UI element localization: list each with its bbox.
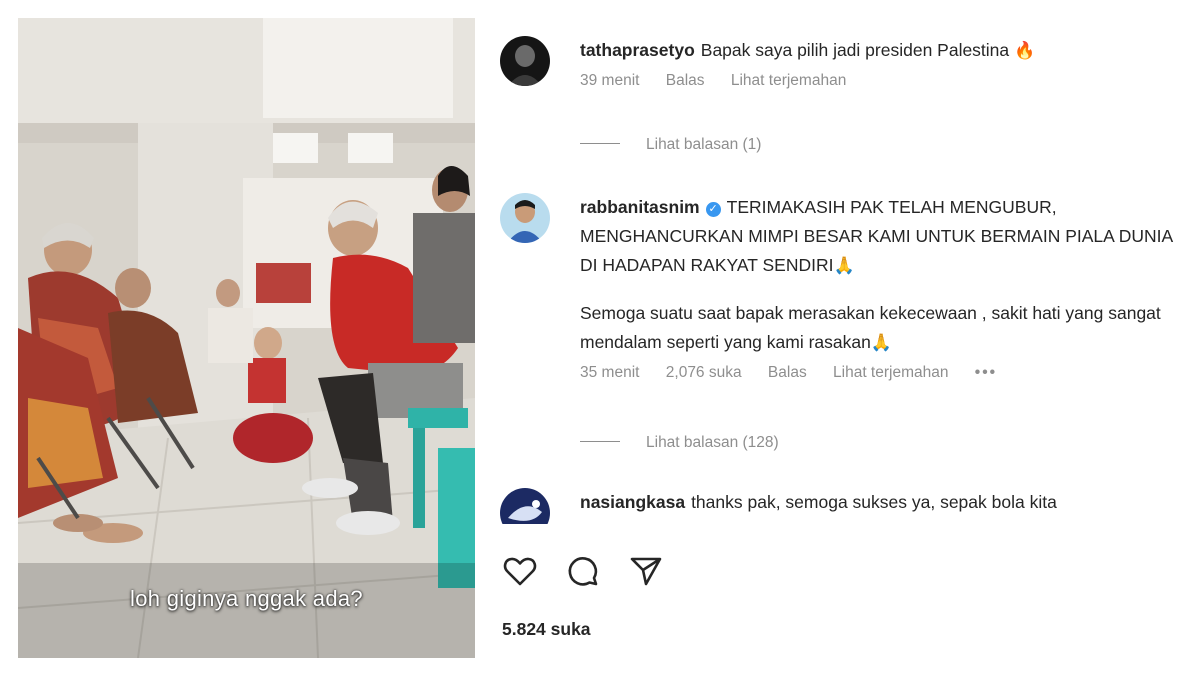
post-video[interactable]: loh giginya nggak ada?: [18, 18, 475, 658]
avatar[interactable]: [500, 488, 550, 524]
heart-icon[interactable]: [500, 551, 540, 591]
comment-meta: 35 menit 2,076 suka Balas Lihat terjemah…: [580, 364, 1180, 382]
comment-icon[interactable]: [563, 551, 603, 591]
folded-hands-emoji: 🙏: [870, 333, 893, 353]
comment-text: Bapak saya pilih jadi presiden Palestina: [700, 40, 1010, 60]
comment-time: 39 menit: [580, 72, 640, 89]
reply-button[interactable]: Balas: [768, 364, 807, 381]
verified-badge-icon: ✓: [705, 202, 721, 217]
translate-button[interactable]: Lihat terjemahan: [833, 364, 948, 381]
more-options-icon[interactable]: •••: [975, 364, 997, 381]
post-likes-count[interactable]: 5.824 suka: [502, 619, 591, 640]
avatar[interactable]: [500, 36, 550, 86]
video-frame-illustration: [18, 18, 475, 658]
comments-list[interactable]: tathaprasetyo Bapak saya pilih jadi presi…: [500, 18, 1182, 524]
comment-meta: 39 menit Balas Lihat terjemahan: [580, 72, 1180, 90]
view-replies-button[interactable]: Lihat balasan (128): [580, 434, 779, 452]
replies-divider: [580, 143, 620, 144]
video-caption: loh giginya nggak ada?: [130, 586, 363, 611]
fire-emoji: 🔥: [1014, 41, 1036, 61]
view-replies-button[interactable]: Lihat balasan (1): [580, 136, 761, 154]
view-replies-label: Lihat balasan (1): [646, 136, 762, 153]
folded-hands-emoji: 🙏: [833, 256, 855, 276]
reply-button[interactable]: Balas: [666, 72, 705, 89]
replies-divider: [580, 441, 620, 442]
comment-username[interactable]: rabbanitasnim: [580, 197, 700, 217]
comment-likes[interactable]: 2,076 suka: [666, 364, 742, 381]
comment-time: 35 menit: [580, 364, 640, 381]
translate-button[interactable]: Lihat terjemahan: [731, 72, 846, 89]
share-icon[interactable]: [626, 551, 666, 591]
comment-username[interactable]: tathaprasetyo: [580, 40, 695, 60]
comment-username[interactable]: nasiangkasa: [580, 492, 685, 512]
avatar[interactable]: [500, 193, 550, 243]
view-replies-label: Lihat balasan (128): [646, 434, 779, 451]
comment-text: thanks pak, semoga sukses ya, sepak bola…: [691, 492, 1057, 512]
